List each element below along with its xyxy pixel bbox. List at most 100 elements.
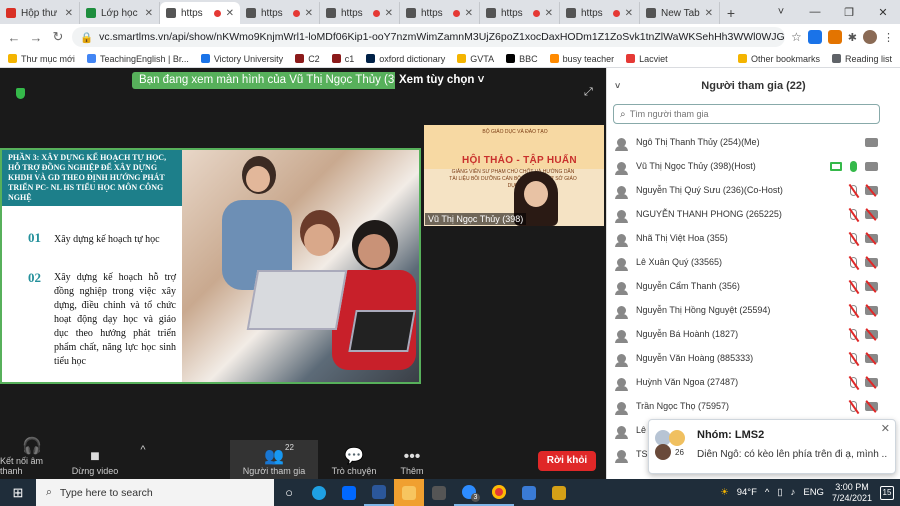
participant-row[interactable]: Nguyễn Bá Hoành (1827): [607, 322, 900, 346]
view-options-button[interactable]: Xem tùy chọn ˅: [395, 72, 489, 89]
participant-row[interactable]: Nguyễn Thị Quý Sưu (236)(Co-Host): [607, 178, 900, 202]
participant-row[interactable]: Ngô Thị Thanh Thủy (254)(Me): [607, 130, 900, 154]
bookmark-item[interactable]: Thư mục mới: [8, 54, 75, 64]
video-options-chevron[interactable]: ^: [126, 440, 230, 479]
close-tab-icon[interactable]: ✕: [305, 8, 313, 19]
participant-row[interactable]: Huỳnh Văn Ngoa (27487): [607, 370, 900, 394]
notifications-icon[interactable]: 15: [880, 485, 894, 500]
more-button[interactable]: ••• Thêm: [390, 440, 434, 479]
participant-row[interactable]: Vũ Thị Ngọc Thủy (398)(Host): [607, 154, 900, 178]
weather-text[interactable]: 94°F: [737, 487, 757, 498]
tray-chevron-icon[interactable]: ^: [765, 487, 769, 498]
bookmark-item[interactable]: TeachingEnglish | Br...: [86, 54, 189, 64]
taskbar-search[interactable]: ⌕ Type here to search: [36, 479, 274, 506]
leave-meeting-button[interactable]: Rời khỏi: [538, 451, 596, 471]
close-tab-icon[interactable]: ✕: [385, 8, 393, 19]
audio-button[interactable]: 🎧 Kết nối âm thanh: [0, 438, 64, 479]
reading-list[interactable]: Reading list: [831, 54, 892, 64]
close-tab-icon[interactable]: ✕: [705, 8, 713, 19]
bookmark-favicon-icon: [200, 54, 210, 63]
edge-icon[interactable]: [304, 479, 334, 506]
url-field[interactable]: 🔒 vc.smartlms.vn/api/show/nKWmo9KnjmWrl1…: [72, 27, 786, 47]
network-icon[interactable]: ▯: [777, 487, 782, 498]
minimize-button[interactable]: —: [798, 6, 832, 18]
browser-tab[interactable]: https ✕: [560, 2, 640, 24]
photo-laptop: [348, 310, 416, 352]
extension-icon[interactable]: [807, 30, 822, 44]
profile-avatar[interactable]: [863, 30, 877, 44]
bookmark-item[interactable]: GVTA: [457, 54, 494, 64]
language-indicator[interactable]: ENG: [803, 487, 824, 498]
participant-row[interactable]: Nguyễn Thị Hồng Nguyệt (25594): [607, 298, 900, 322]
browser-tab[interactable]: https ✕: [400, 2, 480, 24]
bookmark-item[interactable]: oxford dictionary: [366, 54, 445, 64]
browser-tab[interactable]: https ✕: [320, 2, 400, 24]
menu-icon[interactable]: ⋮: [883, 31, 894, 44]
panel-title: Người tham gia (22): [701, 80, 806, 92]
screen-share-icon: [830, 161, 842, 171]
participant-row[interactable]: Lê Xuân Quý (33565): [607, 250, 900, 274]
zalo-icon[interactable]: [334, 479, 364, 506]
participant-search[interactable]: ⌕: [613, 104, 880, 124]
extension-icon[interactable]: [827, 30, 842, 44]
close-tab-icon[interactable]: ✕: [465, 8, 473, 19]
back-icon[interactable]: ←: [6, 30, 22, 45]
windows-start-icon[interactable]: ⊞: [0, 485, 36, 501]
puzzle-icon[interactable]: ✱: [848, 31, 857, 44]
forward-icon[interactable]: →: [28, 30, 44, 45]
other-bookmarks[interactable]: Other bookmarks: [737, 54, 820, 64]
participant-row[interactable]: Trần Ngọc Thọ (75957): [607, 394, 900, 418]
window-controls: ˅ — ❐ ✕: [764, 0, 900, 24]
close-tab-icon[interactable]: ✕: [545, 8, 553, 19]
close-tab-icon[interactable]: ✕: [226, 8, 234, 19]
stop-video-button[interactable]: ■ Dừng video: [64, 440, 126, 479]
bookmark-item[interactable]: Victory University: [200, 54, 283, 64]
participant-row[interactable]: NGUYỄN THANH PHONG (265225): [607, 202, 900, 226]
restore-button[interactable]: ❐: [832, 6, 866, 19]
bookmark-item[interactable]: busy teacher: [549, 54, 614, 64]
search-input[interactable]: [629, 109, 879, 119]
volume-icon[interactable]: ♪: [791, 487, 796, 498]
participant-row[interactable]: Nguyễn Văn Hoàng (885333): [607, 346, 900, 370]
participant-row[interactable]: Nhã Thị Việt Hoa (355): [607, 226, 900, 250]
reload-icon[interactable]: ↻: [50, 29, 66, 45]
store-icon[interactable]: [424, 479, 454, 506]
close-icon[interactable]: ✕: [881, 422, 890, 435]
browser-tab[interactable]: Lớp học ✕: [80, 2, 160, 24]
chat-notification[interactable]: 26 Nhóm: LMS2 Diên Ngô: có kèo lên phía …: [648, 419, 896, 474]
tab-search-icon[interactable]: ˅: [764, 6, 798, 18]
close-tab-icon[interactable]: ✕: [625, 8, 633, 19]
bookmark-item[interactable]: BBC: [506, 54, 538, 64]
participant-row[interactable]: Nguyễn Cẩm Thanh (356): [607, 274, 900, 298]
bookmark-item[interactable]: c1: [331, 54, 354, 64]
pen-app-icon[interactable]: [544, 479, 574, 506]
browser-tab[interactable]: Hộp thư ✕: [0, 2, 80, 24]
new-tab-button[interactable]: +: [720, 2, 742, 24]
bookmark-item[interactable]: C2: [295, 54, 320, 64]
close-window-button[interactable]: ✕: [866, 6, 900, 19]
browser-tab[interactable]: New Tab ✕: [640, 2, 720, 24]
camera-icon: [865, 137, 878, 147]
participants-button[interactable]: 👥 22 Người tham gia: [230, 440, 318, 479]
host-video-tile[interactable]: BỘ GIÁO DỤC VÀ ĐÀO TẠO HỘI THẢO - TẬP HU…: [424, 125, 604, 226]
browser-tab[interactable]: https ✕: [160, 2, 240, 24]
browser-tab[interactable]: https ✕: [480, 2, 560, 24]
chat-button[interactable]: 💬 Trò chuyện: [318, 440, 390, 479]
task-view-icon[interactable]: ○: [274, 479, 304, 506]
camera-off-icon: [865, 209, 878, 219]
zoom-icon[interactable]: 3: [454, 479, 484, 506]
bookmark-item[interactable]: Lacviet: [626, 54, 668, 64]
clock[interactable]: 3:00 PM 7/24/2021: [832, 482, 872, 504]
close-tab-icon[interactable]: ✕: [145, 8, 153, 19]
participant-status: [850, 208, 878, 220]
close-tab-icon[interactable]: ✕: [65, 8, 73, 19]
word-icon[interactable]: [364, 479, 394, 506]
chrome-icon[interactable]: [484, 479, 514, 506]
star-icon[interactable]: ☆: [791, 30, 802, 44]
file-explorer-icon[interactable]: [394, 479, 424, 506]
chevron-down-icon[interactable]: ˅: [615, 81, 620, 91]
photos-icon[interactable]: [514, 479, 544, 506]
panel-header: ˅ Người tham gia (22): [607, 68, 900, 104]
fullscreen-icon[interactable]: ⤢: [584, 86, 593, 99]
browser-tab[interactable]: https ✕: [240, 2, 320, 24]
